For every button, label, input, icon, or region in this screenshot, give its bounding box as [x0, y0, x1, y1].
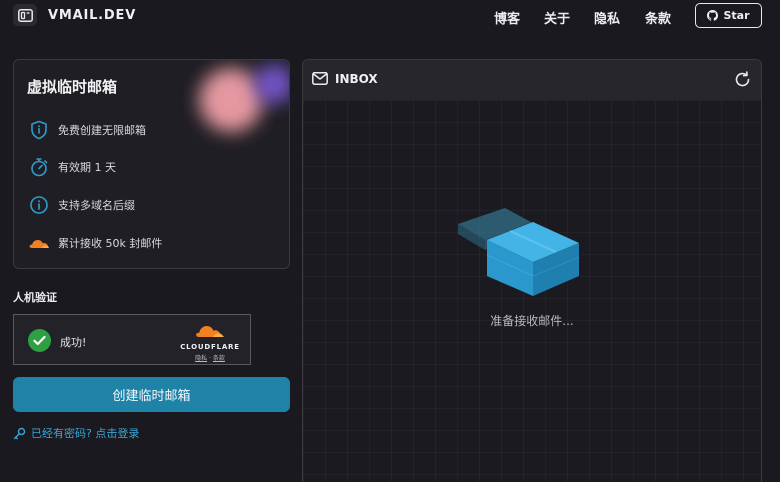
- feature-item: 免费创建无限邮箱: [28, 119, 146, 141]
- feature-label: 支持多域名后缀: [58, 199, 135, 212]
- mail-icon: [312, 72, 328, 85]
- captcha-link-separator: ·: [209, 355, 211, 362]
- refresh-icon[interactable]: [734, 71, 751, 88]
- inbox-body: 准备接收邮件...: [303, 100, 761, 482]
- github-star-button[interactable]: Star: [695, 3, 762, 28]
- feature-label: 免费创建无限邮箱: [58, 124, 146, 137]
- captcha-links: 隐私 · 条款: [178, 353, 242, 362]
- nav-terms[interactable]: 条款: [645, 8, 671, 27]
- cloudflare-icon: [28, 232, 50, 254]
- inbox-empty-text: 准备接收邮件...: [490, 314, 574, 328]
- success-check-icon: [28, 329, 51, 352]
- login-link[interactable]: 已经有密码? 点击登录: [13, 425, 139, 441]
- captcha-status: 成功!: [60, 336, 87, 349]
- feature-item: 支持多域名后缀: [28, 194, 135, 216]
- features-card: 虚拟临时邮箱 免费创建无限邮箱 有效期 1 天 支持多域名后缀 累计接收 50k…: [13, 59, 290, 269]
- feature-label: 有效期 1 天: [58, 161, 116, 174]
- star-label: Star: [723, 9, 750, 22]
- nav-about[interactable]: 关于: [544, 8, 570, 27]
- top-header: VMAIL.DEV 博客 关于 隐私 条款 Star: [0, 0, 780, 34]
- feature-label: 累计接收 50k 封邮件: [58, 237, 163, 250]
- feature-item: 累计接收 50k 封邮件: [28, 232, 162, 254]
- captcha-label: 人机验证: [13, 291, 57, 304]
- cloudflare-wordmark: CLOUDFLARE: [180, 343, 240, 351]
- decorative-blob: [254, 64, 289, 104]
- inbox-title: INBOX: [335, 72, 378, 86]
- feature-item: 有效期 1 天: [28, 156, 116, 178]
- cloudflare-logo: CLOUDFLARE 隐私 · 条款: [178, 323, 242, 362]
- inbox-header: INBOX: [303, 60, 761, 100]
- logo-icon[interactable]: [13, 4, 37, 26]
- empty-inbox-box-icon: [458, 208, 580, 296]
- captcha-privacy-link[interactable]: 隐私: [195, 355, 207, 362]
- decorative-blob: [199, 68, 263, 132]
- nav-blog[interactable]: 博客: [494, 8, 520, 27]
- captcha-widget[interactable]: 成功! CLOUDFLARE 隐私 · 条款: [13, 314, 251, 365]
- captcha-terms-link[interactable]: 条款: [213, 355, 225, 362]
- features-title: 虚拟临时邮箱: [27, 78, 118, 96]
- info-icon: [28, 194, 50, 216]
- stopwatch-icon: [28, 156, 50, 178]
- key-icon: [13, 427, 26, 439]
- create-mailbox-button[interactable]: 创建临时邮箱: [13, 377, 290, 412]
- logo-text[interactable]: VMAIL.DEV: [48, 8, 136, 23]
- cloudflare-cloud-icon: [196, 326, 224, 337]
- inbox-panel: INBOX 准备接收邮件...: [302, 59, 762, 482]
- login-link-label: 已经有密码? 点击登录: [31, 427, 140, 440]
- shield-icon: [28, 119, 50, 141]
- nav-privacy[interactable]: 隐私: [594, 8, 620, 27]
- github-icon: [707, 10, 719, 21]
